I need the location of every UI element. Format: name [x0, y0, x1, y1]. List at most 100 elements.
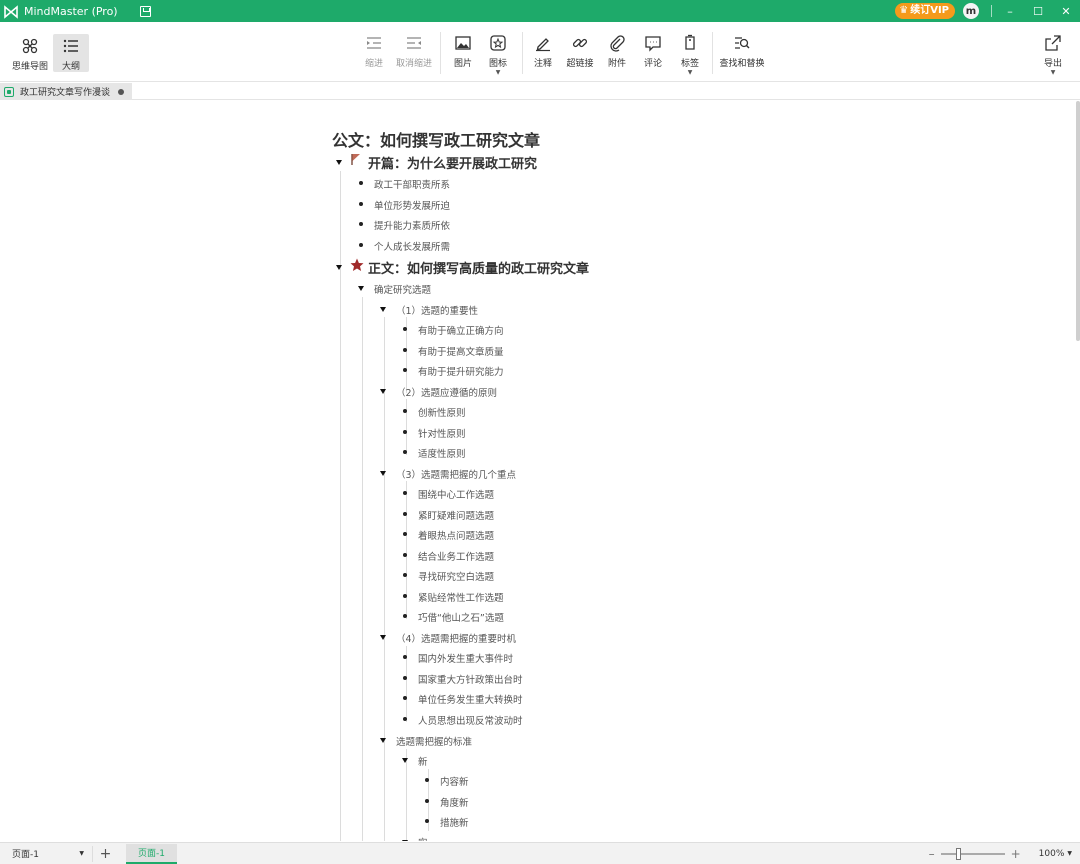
group-title[interactable]: （2）选题应遵循的原则 — [396, 385, 497, 399]
list-item[interactable]: 有助于确立正确方向 — [418, 323, 504, 337]
hyperlink-button[interactable]: 超链接 — [565, 34, 595, 80]
list-item[interactable]: 人员思想出现反常波动时 — [418, 713, 523, 727]
renew-vip-button[interactable]: ♛ 续订VIP — [895, 3, 955, 19]
list-item[interactable]: 个人成长发展所需 — [374, 239, 450, 253]
collapse-toggle-icon[interactable] — [336, 160, 342, 165]
subtopic-title[interactable]: 确定研究选题 — [374, 282, 431, 296]
guide-line — [362, 297, 363, 841]
add-page-button[interactable]: + — [92, 845, 118, 862]
chevron-down-icon: ▼ — [79, 850, 84, 857]
attachment-label: 附件 — [607, 59, 626, 69]
zoom-in-button[interactable]: + — [1011, 847, 1021, 861]
bullet-icon — [425, 778, 429, 782]
list-item[interactable]: 国家重大方针政策出台时 — [418, 672, 523, 686]
outdent-button[interactable]: 取消缩进 — [395, 34, 433, 80]
collapse-toggle-icon[interactable] — [380, 307, 386, 312]
page-tab[interactable]: 页面-1 — [126, 843, 177, 864]
list-item[interactable]: 单位任务发生重大转换时 — [418, 692, 523, 706]
status-bar: 页面-1 ▼ + 页面-1 – + 100% ▼ — [0, 842, 1080, 864]
bullet-icon — [403, 327, 407, 331]
toolbar-separator — [522, 32, 523, 74]
list-item[interactable]: 单位形势发展所迫 — [374, 198, 450, 212]
bullet-icon — [403, 655, 407, 659]
user-avatar[interactable]: m — [963, 3, 979, 19]
list-item[interactable]: 围绕中心工作选题 — [418, 487, 494, 501]
guide-line — [340, 279, 341, 841]
collapse-toggle-icon[interactable] — [358, 286, 364, 291]
export-button[interactable]: 导出 ▼ — [1042, 34, 1064, 80]
collapse-toggle-icon[interactable] — [380, 471, 386, 476]
list-item[interactable]: 有助于提升研究能力 — [418, 364, 504, 378]
collapse-toggle-icon[interactable] — [380, 738, 386, 743]
zoom-out-button[interactable]: – — [929, 847, 935, 861]
group-title[interactable]: 实 — [418, 835, 428, 841]
list-item[interactable]: 提升能力素质所依 — [374, 218, 450, 232]
group-title[interactable]: 新 — [418, 754, 428, 768]
collapse-toggle-icon[interactable] — [402, 758, 408, 763]
zoom-level-select[interactable]: 100% ▼ — [1039, 849, 1072, 859]
pen-icon — [536, 38, 550, 52]
page-select[interactable]: 页面-1 ▼ — [4, 846, 88, 862]
vertical-scrollbar[interactable] — [1076, 101, 1080, 341]
list-item[interactable]: 内容新 — [440, 774, 469, 788]
bullet-icon — [403, 676, 407, 680]
find-replace-button[interactable]: 查找和替换 — [718, 34, 766, 80]
maximize-button[interactable]: ☐ — [1024, 5, 1052, 18]
section-1-title[interactable]: 开篇：为什么要开展政工研究 — [368, 153, 537, 172]
list-item[interactable]: 国内外发生重大事件时 — [418, 651, 513, 665]
group-title[interactable]: 选题需把握的标准 — [396, 734, 472, 748]
list-item[interactable]: 有助于提高文章质量 — [418, 344, 504, 358]
picture-button[interactable]: 图片 — [452, 34, 474, 80]
outdent-icon — [407, 37, 421, 49]
list-item[interactable]: 措施新 — [440, 815, 469, 829]
outline-view-button[interactable]: 大纲 — [53, 34, 89, 72]
list-item[interactable]: 着眼热点问题选题 — [418, 528, 494, 542]
document-tab[interactable]: 政工研究文章写作漫谈 — [0, 83, 132, 100]
list-item[interactable]: 紧盯疑难问题选题 — [418, 508, 494, 522]
section-2-title[interactable]: 正文：如何撰写高质量的政工研究文章 — [368, 258, 589, 277]
mindmap-view-button[interactable]: 思维导图 — [10, 37, 50, 83]
collapse-toggle-icon[interactable] — [380, 389, 386, 394]
collapse-toggle-icon[interactable] — [380, 635, 386, 640]
indent-label: 缩进 — [364, 59, 383, 69]
list-item[interactable]: 巧借“他山之石”选题 — [418, 610, 504, 624]
collapse-toggle-icon[interactable] — [336, 265, 342, 270]
outline-list-icon — [63, 39, 78, 53]
icon-button[interactable]: 图标 ▼ — [487, 34, 509, 80]
unsaved-dot-icon[interactable] — [118, 88, 125, 95]
hyperlink-icon — [572, 38, 588, 48]
group-title[interactable]: （3）选题需把握的几个重点 — [396, 467, 516, 481]
save-icon[interactable] — [139, 5, 151, 17]
toolbar: 思维导图 大纲 缩进 取消缩进 图片 图标 ▼ 注释 超链接 附件 评论 标签 … — [0, 22, 1080, 82]
chevron-down-icon: ▼ — [1067, 850, 1072, 857]
indent-button[interactable]: 缩进 — [362, 34, 386, 80]
close-button[interactable]: ✕ — [1052, 5, 1080, 18]
badge-icon — [490, 35, 506, 51]
note-label: 注释 — [533, 59, 552, 69]
list-item[interactable]: 政工干部职责所系 — [374, 177, 450, 191]
minimize-button[interactable]: – — [996, 5, 1024, 18]
zoom-slider-thumb[interactable] — [955, 847, 961, 860]
list-item[interactable]: 创新性原则 — [418, 405, 466, 419]
zoom-slider[interactable] — [940, 847, 1005, 860]
group-title[interactable]: （4）选题需把握的重要时机 — [396, 631, 516, 645]
root-topic[interactable]: 公文：如何撰写政工研究文章 — [332, 127, 540, 151]
bullet-icon — [359, 202, 363, 206]
note-button[interactable]: 注释 — [532, 34, 554, 80]
list-item[interactable]: 角度新 — [440, 795, 469, 809]
icon-label: 图标 — [488, 59, 507, 69]
list-item[interactable]: 针对性原则 — [418, 426, 466, 440]
bullet-icon — [425, 799, 429, 803]
attachment-button[interactable]: 附件 — [606, 34, 628, 80]
group-title[interactable]: （1）选题的重要性 — [396, 303, 478, 317]
list-item[interactable]: 适度性原则 — [418, 446, 466, 460]
mindmaster-logo-icon — [4, 4, 18, 19]
list-item[interactable]: 寻找研究空白选题 — [418, 569, 494, 583]
list-item[interactable]: 结合业务工作选题 — [418, 549, 494, 563]
comment-label: 评论 — [643, 59, 662, 69]
tag-button[interactable]: 标签 ▼ — [679, 34, 701, 80]
list-item[interactable]: 紧贴经常性工作选题 — [418, 590, 504, 604]
page-select-value: 页面-1 — [12, 850, 39, 860]
collapse-toggle-icon[interactable] — [402, 840, 408, 841]
comment-button[interactable]: 评论 — [642, 34, 664, 80]
